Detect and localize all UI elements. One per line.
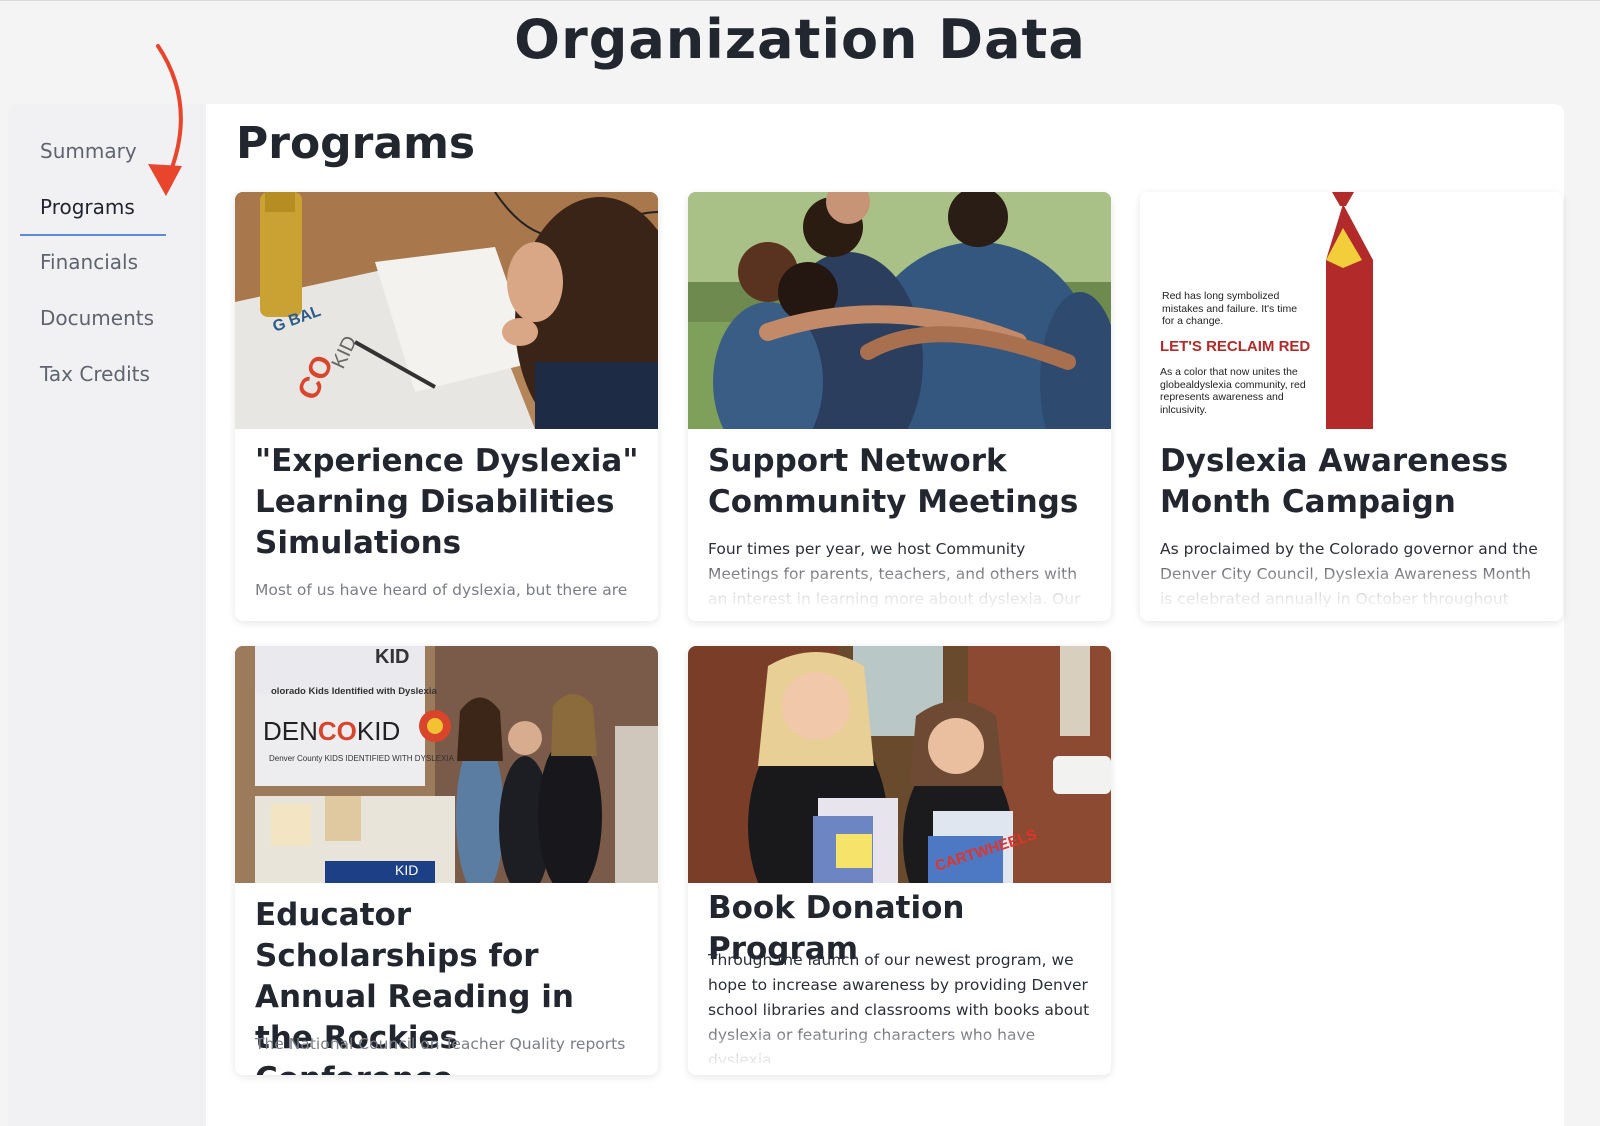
- sidebar: Summary Programs Financials Documents Ta…: [8, 104, 206, 1126]
- program-image-group-hug: [688, 192, 1111, 429]
- annotation-arrow-icon: [148, 44, 183, 196]
- program-title: "Experience Dyslexia" Learning Disabilit…: [255, 443, 639, 561]
- image-headline: LET'S RECLAIM RED: [1160, 338, 1311, 355]
- page-title: Organization Data: [514, 8, 1086, 71]
- program-image-girls-books: CARTWHEELS: [688, 646, 1111, 883]
- program-card-dyslexia-simulations[interactable]: CO KID G BAL "Experience Dyslexia" Learn…: [235, 192, 658, 621]
- banner-county-text: Denver County KIDS IDENTIFIED WITH DYSLE…: [269, 754, 454, 763]
- program-title: Dyslexia Awareness Month Campaign: [1160, 443, 1509, 520]
- main-panel: Programs CO KID G BAL "Experience Dyslex…: [206, 104, 1564, 1126]
- program-title: Support Network Community Meetings: [708, 443, 1079, 520]
- program-card-support-network[interactable]: Support Network Community Meetings Four …: [688, 192, 1111, 621]
- active-tab-underline: [20, 234, 166, 236]
- program-card-book-donation[interactable]: CARTWHEELS Book Donation Program Through…: [688, 646, 1111, 1075]
- table-banner-text: KID: [395, 862, 419, 878]
- image-caption-bottom: As a color that now unites the globealdy…: [1160, 366, 1306, 416]
- text-fade: [688, 1015, 1111, 1075]
- program-card-educator-scholarships[interactable]: KID olorado Kids Identified with Dyslexi…: [235, 646, 658, 1075]
- program-description: The National Council on Teacher Quality …: [255, 1035, 626, 1053]
- text-fade: [1140, 554, 1563, 614]
- program-image-simulation: CO KID G BAL: [235, 192, 658, 429]
- section-title: Programs: [236, 118, 476, 169]
- text-fade: [688, 554, 1111, 614]
- banner-den-logo: DENCOKID: [263, 716, 401, 746]
- program-description: Most of us have heard of dyslexia, but t…: [255, 581, 628, 599]
- sidebar-item-documents[interactable]: Documents: [40, 306, 154, 330]
- program-image-booth: KID olorado Kids Identified with Dyslexi…: [235, 646, 658, 883]
- image-caption-top: Red has long symbolized mistakes and fai…: [1162, 290, 1298, 327]
- sidebar-item-financials[interactable]: Financials: [40, 250, 138, 274]
- top-border: [0, 0, 1600, 1]
- banner-kid-text: KID: [375, 646, 410, 668]
- sidebar-item-tax-credits[interactable]: Tax Credits: [40, 362, 150, 386]
- program-image-red-pencil: Red has long symbolized mistakes and fai…: [1140, 192, 1563, 429]
- banner-subtitle: olorado Kids Identified with Dyslexia: [271, 686, 437, 697]
- program-card-awareness-month[interactable]: Red has long symbolized mistakes and fai…: [1140, 192, 1563, 621]
